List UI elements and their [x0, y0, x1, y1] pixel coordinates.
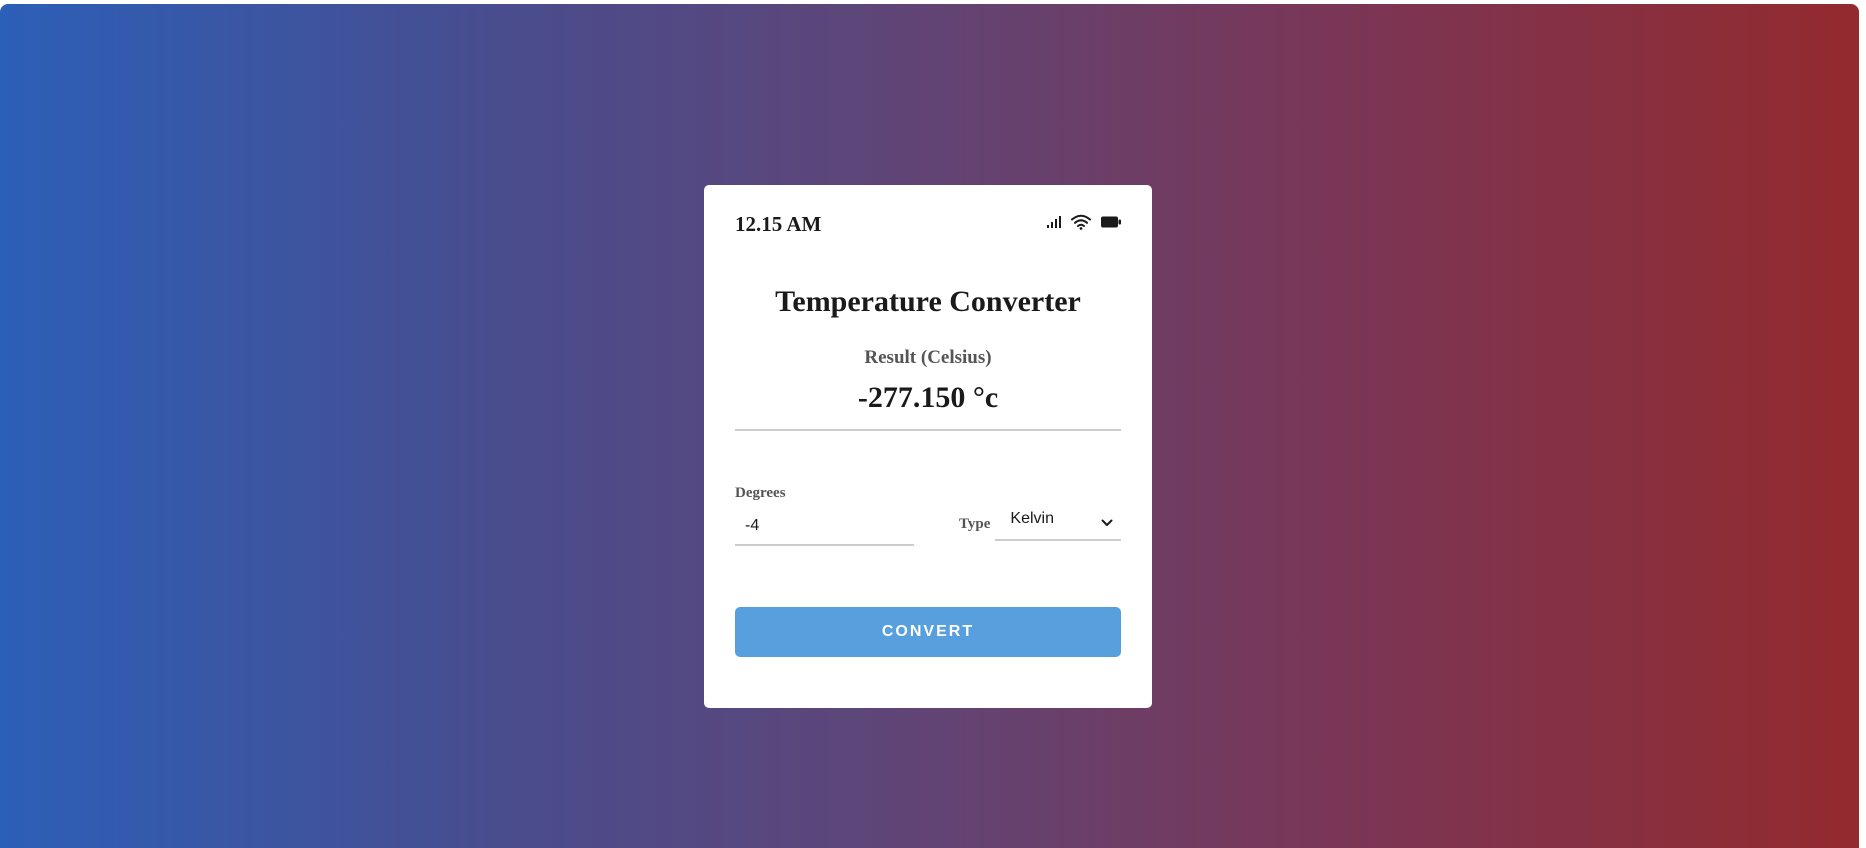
degrees-input[interactable]: [735, 508, 914, 546]
status-time: 12.15 AM: [735, 211, 822, 236]
status-bar: 12.15 AM: [735, 211, 1121, 237]
battery-icon: [1101, 216, 1121, 228]
convert-button[interactable]: CONVERT: [735, 607, 1121, 657]
signal-icon: [1047, 216, 1061, 228]
degrees-group: Degrees: [735, 485, 914, 546]
result-value: -277.150 °c: [857, 381, 999, 414]
type-selected-value: Kelvin: [1010, 510, 1054, 527]
chevron-down-icon: [1101, 514, 1113, 532]
converter-card: 12.15 AM Temperature Converter Result (C…: [704, 185, 1152, 708]
wifi-icon: [1071, 214, 1091, 230]
type-label: Type: [959, 515, 991, 532]
type-group: Type Kelvin: [959, 501, 1122, 541]
page-title: Temperature Converter: [775, 285, 1081, 318]
gradient-background: 12.15 AM Temperature Converter Result (C…: [0, 4, 1859, 848]
divider: [735, 429, 1121, 431]
result-label: Result (Celsius): [864, 347, 992, 368]
degrees-label: Degrees: [735, 485, 786, 501]
type-select[interactable]: Kelvin: [995, 501, 1122, 541]
status-icons: [1047, 214, 1121, 230]
